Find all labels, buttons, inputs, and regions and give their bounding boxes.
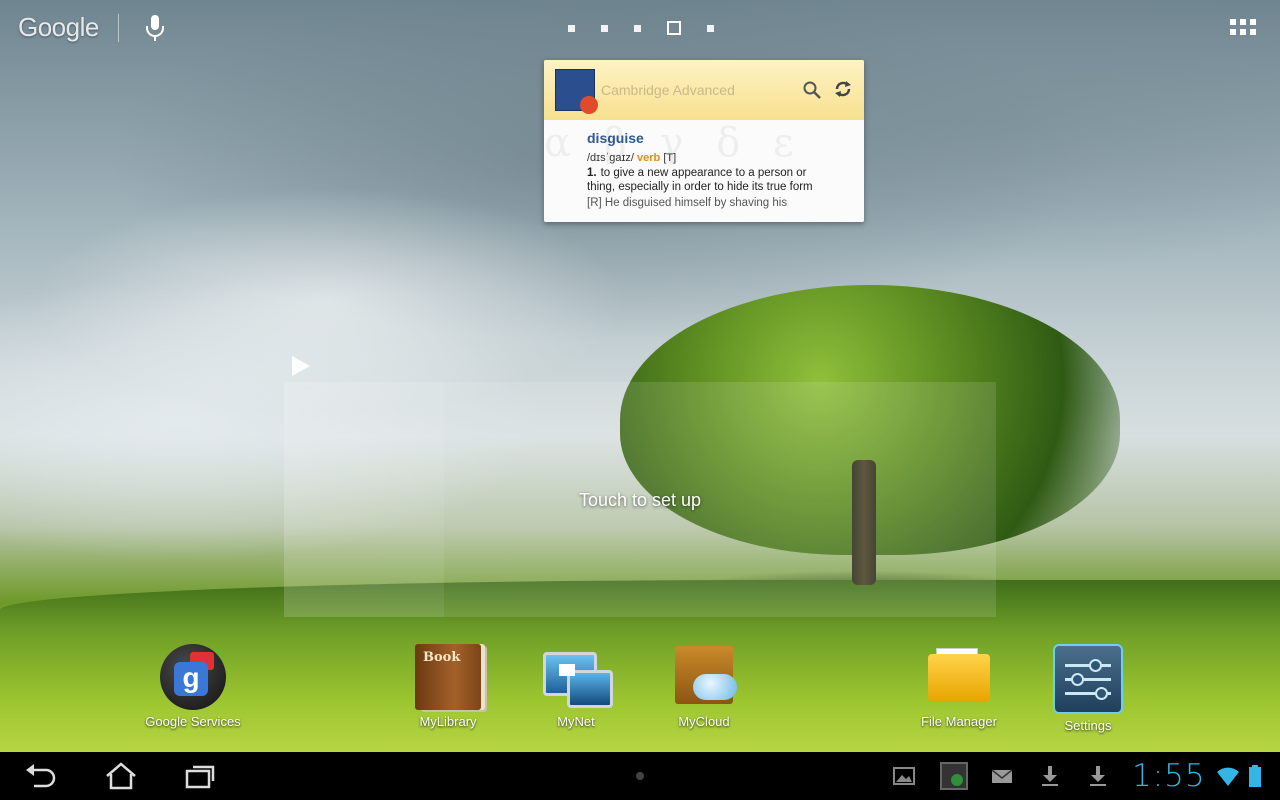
app-label: MyCloud: [678, 714, 730, 729]
page-indicator: [568, 20, 714, 36]
google-logo-text: Google: [18, 11, 99, 42]
setup-widget-text: Touch to set up: [578, 490, 702, 510]
google-search-bar[interactable]: Google: [18, 10, 99, 44]
system-bar: 1:55: [0, 752, 1280, 800]
app-mycloud[interactable]: MyCloud: [649, 644, 759, 729]
dictionary-pronunciation: /dɪsˈgaɪz/: [587, 152, 634, 164]
email-icon[interactable]: [990, 764, 1014, 788]
mynet-icon: [543, 644, 613, 710]
page-dot: [707, 24, 714, 32]
app-google-services[interactable]: g Google Services: [138, 644, 248, 729]
dictionary-widget[interactable]: Cambridge Advanced disguise /dɪsˈgaɪz/ v…: [544, 60, 864, 222]
wifi-icon[interactable]: [1216, 764, 1240, 788]
app-settings[interactable]: Settings: [1033, 644, 1143, 733]
dictionary-pronunciation-line: /dɪsˈgaɪz/ verb [T]: [587, 152, 864, 164]
search-icon[interactable]: [802, 80, 822, 100]
screenshot-notification-icon[interactable]: [940, 762, 968, 790]
play-arrow-icon[interactable]: [292, 356, 310, 376]
all-apps-icon[interactable]: [1230, 19, 1256, 37]
book-icon: Book: [415, 644, 481, 710]
setup-widget[interactable]: Touch to set up: [284, 382, 996, 617]
app-mylibrary[interactable]: Book MyLibrary: [393, 644, 503, 729]
folder-icon: [926, 644, 992, 710]
google-services-icon: g: [160, 644, 226, 710]
app-file-manager[interactable]: File Manager: [904, 644, 1014, 729]
dictionary-headword: disguise: [587, 130, 644, 146]
top-divider: [118, 14, 119, 42]
back-icon[interactable]: [24, 762, 58, 790]
page-dot: [601, 24, 608, 32]
recent-apps-icon[interactable]: [184, 762, 218, 790]
app-label: Settings: [1064, 718, 1112, 733]
dictionary-definition: 1. to give a new appearance to a person o…: [587, 166, 819, 194]
download-icon[interactable]: [1038, 764, 1062, 788]
app-label: MyNet: [557, 714, 595, 729]
dictionary-entry: disguise /dɪsˈgaɪz/ verb [T] 1.to give a…: [544, 120, 864, 222]
clock[interactable]: 1:55: [1132, 758, 1206, 794]
cambridge-dictionary-logo: [555, 69, 598, 114]
page-dot: [568, 24, 575, 32]
dictionary-example: [R] He disguised himself by shaving his: [587, 197, 788, 209]
definition-number: 1.: [587, 167, 597, 179]
app-label: Google Services: [145, 714, 241, 729]
dictionary-title: Cambridge Advanced: [601, 82, 735, 98]
app-label: File Manager: [921, 714, 997, 729]
dictionary-widget-header: Cambridge Advanced: [544, 60, 864, 120]
gallery-notification-icon[interactable]: [892, 764, 916, 788]
settings-icon: [1053, 644, 1123, 714]
quick-apps-dot[interactable]: [636, 772, 644, 780]
dictionary-fade: [544, 209, 864, 222]
refresh-icon[interactable]: [833, 79, 853, 99]
microphone-icon[interactable]: [144, 14, 166, 42]
mycloud-icon: [671, 644, 737, 710]
home-icon[interactable]: [104, 762, 138, 790]
dictionary-part-of-speech: verb: [637, 152, 661, 164]
page-dot: [634, 24, 641, 32]
battery-icon[interactable]: [1248, 764, 1262, 788]
dictionary-grammar: [T]: [663, 152, 677, 164]
app-label: MyLibrary: [419, 714, 477, 729]
download-icon[interactable]: [1086, 764, 1110, 788]
app-mynet[interactable]: MyNet: [521, 644, 631, 729]
definition-text: to give a new appearance to a person or …: [587, 167, 813, 193]
page-dot-current: [667, 21, 681, 35]
